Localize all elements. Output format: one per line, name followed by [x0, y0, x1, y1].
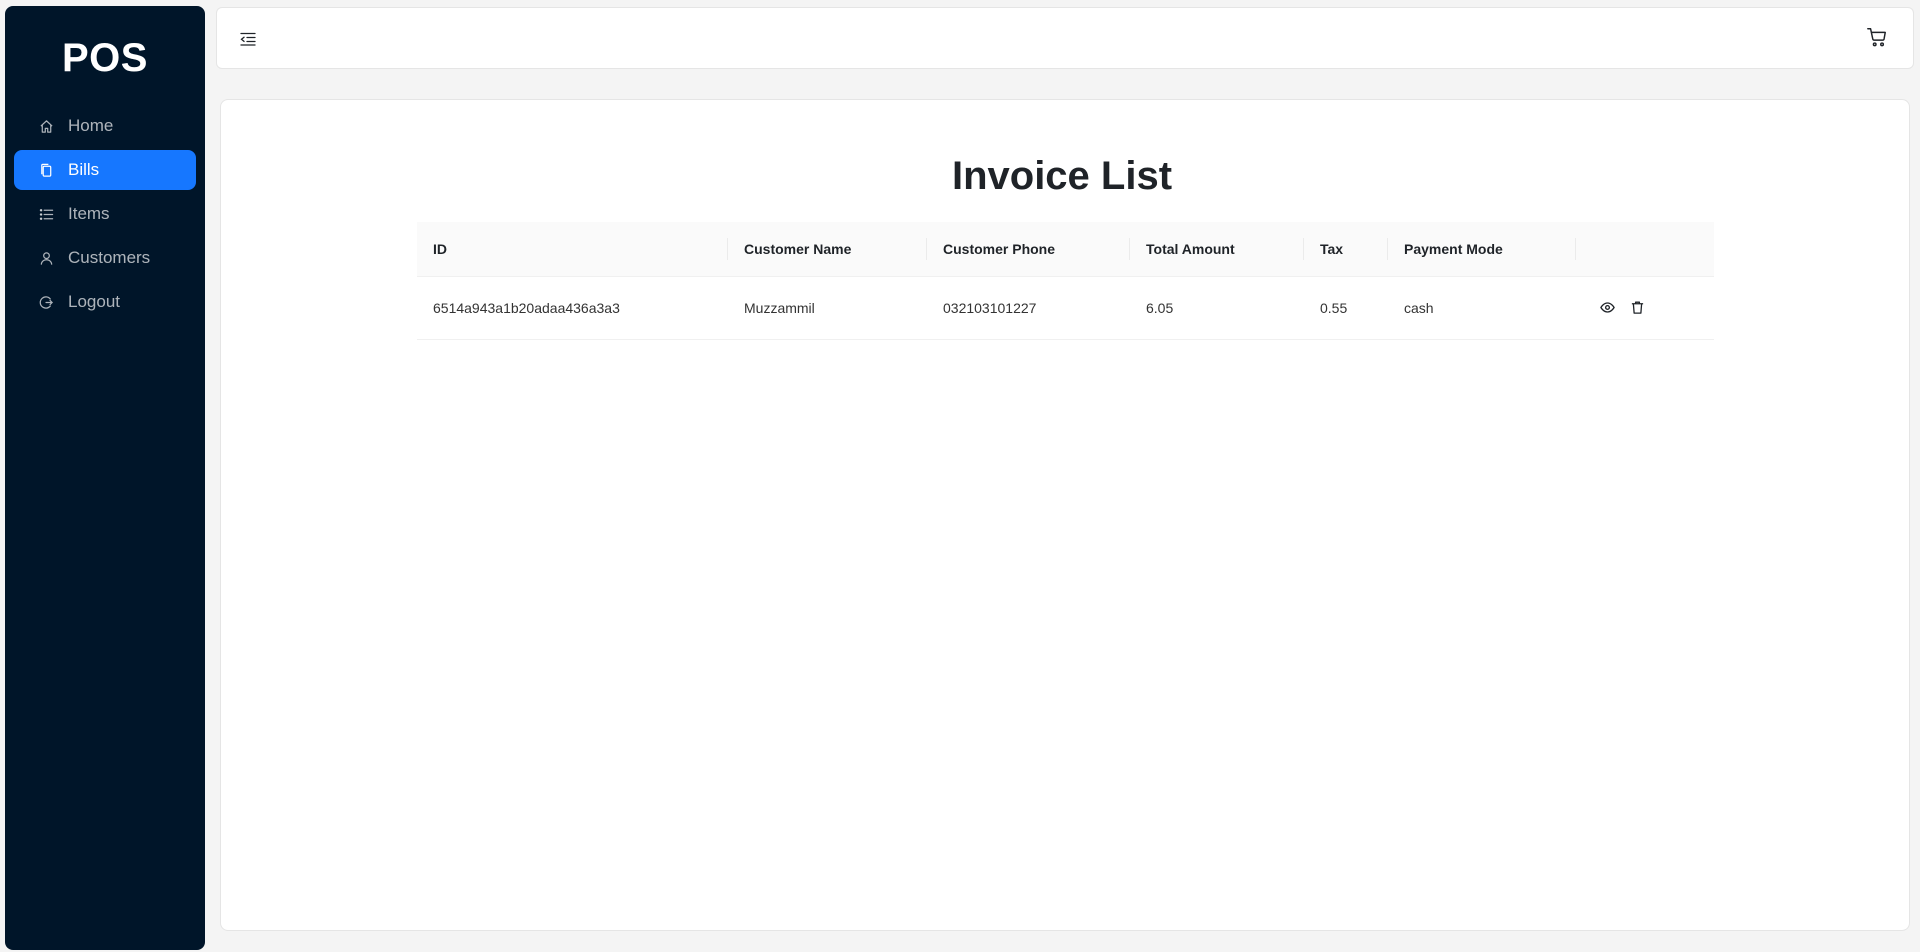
column-header-id[interactable]: ID — [417, 222, 728, 277]
top-header — [216, 7, 1914, 69]
column-header-tax[interactable]: Tax — [1304, 222, 1388, 277]
sidebar-item-label: Logout — [68, 292, 120, 311]
copy-icon — [38, 162, 54, 178]
invoice-table: ID Customer Name Customer Phone Total Am… — [417, 222, 1714, 340]
table-row: 6514a943a1b20adaa436a3a3 Muzzammil 03210… — [417, 276, 1714, 340]
list-icon — [38, 206, 54, 222]
logout-icon — [38, 294, 54, 310]
sidebar-item-label: Items — [68, 204, 110, 223]
invoice-table-container: ID Customer Name Customer Phone Total Am… — [417, 222, 1714, 340]
cell-customer-name: Muzzammil — [728, 276, 927, 340]
sidebar-item-label: Customers — [68, 248, 151, 267]
cell-total-amount: 6.05 — [1130, 276, 1304, 340]
sidebar-item-label: Bills — [68, 160, 100, 179]
user-icon — [38, 250, 54, 266]
sidebar-item-logout[interactable]: Logout — [14, 282, 196, 322]
sidebar: POS Home Bills Items Customers Logout — [5, 6, 205, 950]
row-actions — [1592, 299, 1698, 317]
table-header-row: ID Customer Name Customer Phone Total Am… — [417, 222, 1714, 277]
app-logo: POS — [62, 36, 148, 80]
column-header-payment-mode[interactable]: Payment Mode — [1388, 222, 1576, 277]
sidebar-menu: Home Bills Items Customers Logout — [5, 106, 205, 322]
home-icon — [38, 118, 54, 134]
main-content: Invoice List ID Customer Name Customer P… — [220, 99, 1910, 931]
column-header-customer-phone[interactable]: Customer Phone — [927, 222, 1130, 277]
menu-fold-icon[interactable] — [239, 31, 257, 47]
column-header-customer-name[interactable]: Customer Name — [728, 222, 927, 277]
column-header-total-amount[interactable]: Total Amount — [1130, 222, 1304, 277]
sidebar-item-customers[interactable]: Customers — [14, 238, 196, 278]
page-title: Invoice List — [951, 154, 1173, 198]
cart-icon[interactable] — [1865, 25, 1889, 49]
cell-id: 6514a943a1b20adaa436a3a3 — [417, 276, 728, 340]
cell-tax: 0.55 — [1304, 276, 1388, 340]
cell-payment-mode: cash — [1388, 276, 1576, 340]
sidebar-item-label: Home — [68, 116, 114, 135]
sidebar-item-items[interactable]: Items — [14, 194, 196, 234]
cell-actions — [1576, 276, 1714, 340]
delete-icon[interactable] — [1628, 299, 1646, 317]
column-header-actions — [1576, 222, 1714, 277]
sidebar-item-bills[interactable]: Bills — [14, 150, 196, 190]
cell-customer-phone: 032103101227 — [927, 276, 1130, 340]
eye-icon[interactable] — [1598, 299, 1616, 317]
sidebar-item-home[interactable]: Home — [14, 106, 196, 146]
